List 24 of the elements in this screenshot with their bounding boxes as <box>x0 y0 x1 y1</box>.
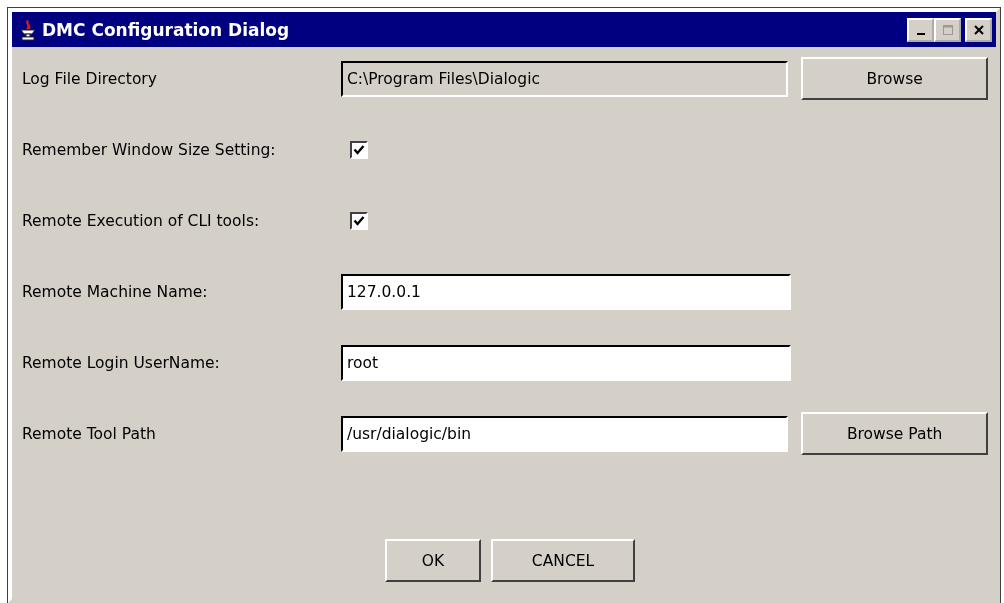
field-label: Remember Window Size Setting: <box>22 140 277 159</box>
field-label: Remote Tool Path <box>22 424 157 443</box>
field-label: Log File Directory <box>22 69 158 88</box>
field-label: Remote Machine Name: <box>22 282 209 301</box>
ok-button[interactable]: OK <box>385 539 481 582</box>
minimize-button[interactable] <box>907 17 934 42</box>
close-icon <box>972 23 985 36</box>
maximize-button[interactable] <box>934 17 961 42</box>
close-button[interactable] <box>965 17 992 42</box>
text-field[interactable]: /usr/dialogic/bin <box>341 415 789 452</box>
checkbox[interactable] <box>350 140 368 159</box>
cancel-button[interactable]: CANCEL <box>491 539 635 582</box>
text-field[interactable]: root <box>341 344 791 381</box>
flame-cup-icon <box>18 18 38 41</box>
checkbox[interactable] <box>350 211 368 230</box>
minimize-icon <box>916 32 925 35</box>
window-title: DMC Configuration Dialog <box>42 19 291 40</box>
check-icon <box>353 143 365 156</box>
text-field[interactable]: 127.0.0.1 <box>341 273 791 310</box>
browse-button[interactable]: Browse Path <box>801 412 988 455</box>
field-label: Remote Execution of CLI tools: <box>22 211 261 230</box>
check-icon <box>353 214 365 227</box>
field-label: Remote Login UserName: <box>22 353 221 372</box>
maximize-icon <box>941 23 954 36</box>
